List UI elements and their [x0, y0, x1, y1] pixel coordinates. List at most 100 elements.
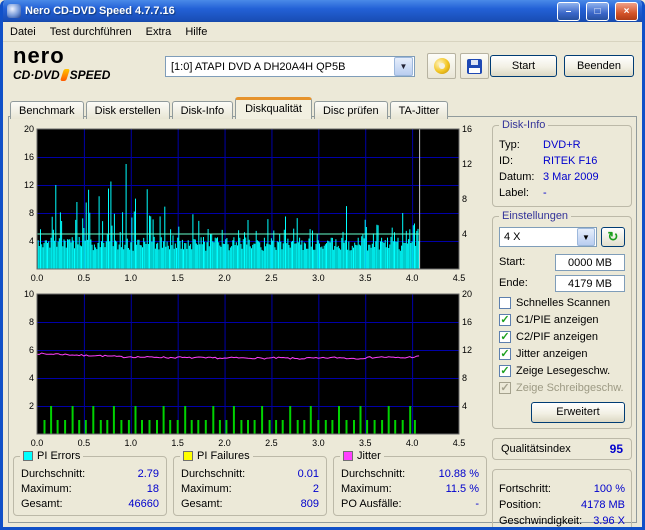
tab-ta-jitter[interactable]: TA-Jitter [390, 101, 449, 119]
advanced-button[interactable]: Erweitert [531, 402, 625, 423]
menu-extra[interactable]: Extra [139, 24, 179, 40]
end-mb-field[interactable]: 4179 MB [555, 275, 625, 292]
progress-value: 100 % [594, 483, 625, 495]
jitter-statbox: Jitter Durchschnitt:10.88 % Maximum:11.5… [333, 456, 487, 516]
svg-text:8: 8 [462, 373, 467, 383]
svg-text:4: 4 [29, 373, 34, 383]
svg-text:1.5: 1.5 [171, 438, 184, 448]
start-button[interactable]: Start [490, 55, 557, 77]
start-mb-field[interactable]: 0000 MB [555, 254, 625, 271]
checkbox-c1-pie[interactable]: ✓ C1/PIE anzeigen [499, 312, 625, 328]
quality-index-box: Qualitätsindex 95 [492, 438, 632, 460]
progress-group: Fortschritt:100 % Position:4178 MB Gesch… [492, 469, 632, 530]
svg-text:2: 2 [29, 401, 34, 411]
svg-text:4.0: 4.0 [406, 438, 419, 448]
stat-value: 809 [301, 498, 319, 510]
checkbox-box: ✓ [499, 365, 511, 377]
drive-select-value: [1:0] ATAPI DVD A DH20A4H QP5B [166, 61, 394, 73]
save-icon [467, 59, 482, 74]
menu-bar: Datei Test durchführen Extra Hilfe [3, 22, 642, 42]
drive-select[interactable]: [1:0] ATAPI DVD A DH20A4H QP5B ▼ [165, 56, 415, 77]
eject-disc-button[interactable] [427, 53, 456, 79]
disk-date-value: 3 Mar 2009 [543, 171, 599, 183]
checkbox-schnelles-scannen[interactable]: Schnelles Scannen [499, 295, 625, 311]
stat-label: Maximum: [181, 483, 232, 495]
tab-benchmark[interactable]: Benchmark [10, 101, 84, 119]
tab-disk-info[interactable]: Disk-Info [172, 101, 233, 119]
disc-icon [434, 58, 450, 74]
nero-logo: nero CD·DVD SPEED [13, 45, 110, 81]
svg-text:2.0: 2.0 [218, 438, 231, 448]
statistics-row: PI Errors Durchschnitt:2.79 Maximum:18 G… [13, 456, 487, 516]
svg-text:3.0: 3.0 [312, 273, 325, 283]
svg-text:2.0: 2.0 [218, 273, 231, 283]
svg-text:12: 12 [462, 159, 472, 169]
pi-errors-chart: 201612841612840.00.51.01.52.02.53.03.54.… [13, 123, 485, 285]
app-window: Nero CD-DVD Speed 4.7.7.16 – □ × Datei T… [0, 0, 645, 530]
menu-test-durchfuehren[interactable]: Test durchführen [43, 24, 139, 40]
toolbar: nero CD·DVD SPEED [1:0] ATAPI DVD A DH20… [3, 42, 642, 94]
logo-speed-text: SPEED [70, 69, 111, 81]
chevron-down-icon[interactable]: ▼ [577, 228, 595, 246]
disk-label-label: Label: [499, 187, 543, 199]
start-mb-label: Start: [499, 256, 525, 268]
refresh-speed-button[interactable]: ↻ [601, 227, 625, 247]
disk-type-label: Typ: [499, 139, 543, 151]
stat-label: Durchschnitt: [181, 468, 245, 480]
checkbox-c2-pif[interactable]: ✓ C2/PIF anzeigen [499, 329, 625, 345]
pi-errors-swatch [23, 451, 33, 461]
svg-text:1.0: 1.0 [125, 273, 138, 283]
svg-text:16: 16 [462, 124, 472, 134]
checkbox-jitter[interactable]: ✓ Jitter anzeigen [499, 346, 625, 362]
speed-select[interactable]: 4 X ▼ [499, 227, 597, 247]
stat-value: 10.88 % [439, 468, 479, 480]
stat-value: 11.5 % [446, 483, 479, 495]
checkbox-box: ✓ [499, 314, 511, 326]
quality-index-value: 95 [610, 442, 623, 456]
svg-text:4.5: 4.5 [453, 273, 466, 283]
checkbox-box [499, 297, 511, 309]
stat-label: Gesamt: [181, 498, 223, 510]
svg-text:8: 8 [29, 317, 34, 327]
svg-text:4.5: 4.5 [453, 438, 466, 448]
svg-text:0.5: 0.5 [78, 273, 91, 283]
minimize-button[interactable]: – [557, 2, 580, 21]
maximize-button[interactable]: □ [586, 2, 609, 21]
tab-diskqualitaet[interactable]: Diskqualität [235, 97, 312, 119]
settings-group: Einstellungen 4 X ▼ ↻ Start: 0000 MB End… [492, 216, 632, 429]
svg-text:3.0: 3.0 [312, 438, 325, 448]
checkbox-box: ✓ [499, 331, 511, 343]
svg-text:3.5: 3.5 [359, 273, 372, 283]
stat-label: Maximum: [21, 483, 72, 495]
chevron-down-icon[interactable]: ▼ [394, 57, 413, 76]
tab-disc-pruefen[interactable]: Disc prüfen [314, 101, 388, 119]
disk-date-label: Datum: [499, 171, 543, 183]
stat-value: 46660 [128, 498, 159, 510]
svg-text:4: 4 [462, 229, 467, 239]
svg-text:4.0: 4.0 [406, 273, 419, 283]
svg-text:16: 16 [462, 317, 472, 327]
stat-label: Maximum: [341, 483, 392, 495]
checkbox-lesegeschw[interactable]: ✓ Zeige Lesegeschw. [499, 363, 625, 379]
menu-hilfe[interactable]: Hilfe [178, 24, 214, 40]
quit-button[interactable]: Beenden [564, 55, 634, 77]
checkbox-box: ✓ [499, 382, 511, 394]
menu-datei[interactable]: Datei [3, 24, 43, 40]
app-icon [7, 4, 21, 18]
stat-label: Durchschnitt: [341, 468, 405, 480]
save-button[interactable] [460, 53, 489, 79]
checkbox-box: ✓ [499, 348, 511, 360]
quality-index-label: Qualitätsindex [501, 443, 571, 455]
svg-text:2.5: 2.5 [265, 438, 278, 448]
tab-disk-erstellen[interactable]: Disk erstellen [86, 101, 170, 119]
title-bar[interactable]: Nero CD-DVD Speed 4.7.7.16 – □ × [3, 0, 642, 22]
close-button[interactable]: × [615, 2, 638, 21]
refresh-icon: ↻ [608, 229, 619, 245]
stat-value: - [475, 498, 479, 510]
charts-column: 201612841612840.00.51.01.52.02.53.03.54.… [13, 123, 487, 518]
svg-text:12: 12 [24, 180, 34, 190]
stat-value: 2 [313, 483, 319, 495]
svg-text:1.5: 1.5 [171, 273, 184, 283]
svg-text:20: 20 [24, 124, 34, 134]
flame-icon [60, 69, 70, 81]
